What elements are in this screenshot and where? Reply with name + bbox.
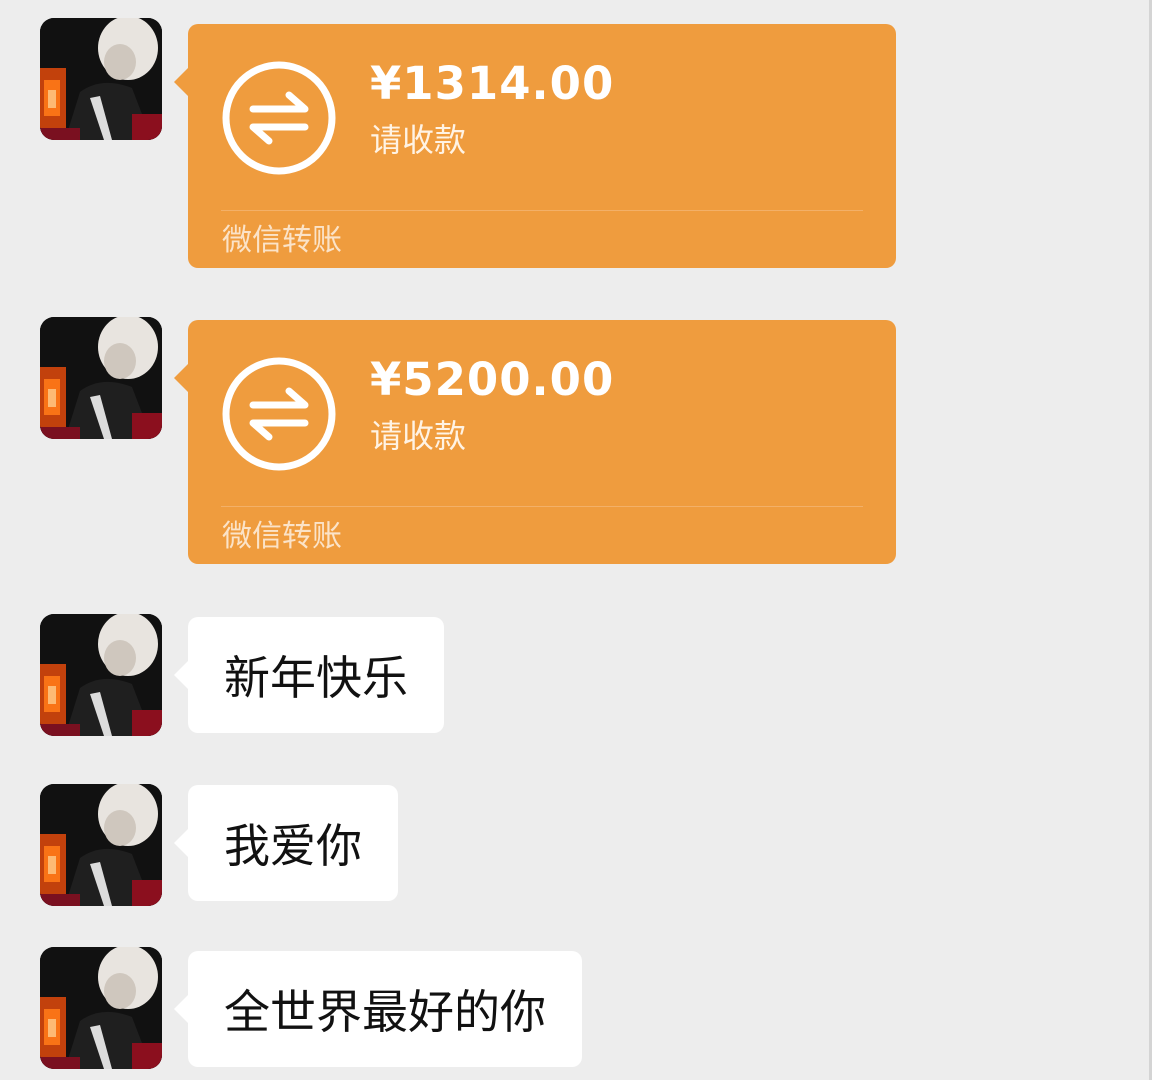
sender-avatar[interactable] bbox=[40, 784, 162, 906]
message-text: 全世界最好的你 bbox=[224, 985, 546, 1039]
sender-avatar[interactable] bbox=[40, 614, 162, 736]
transfer-amount: ¥5200.00 bbox=[370, 353, 615, 406]
text-message-bubble[interactable]: 全世界最好的你 bbox=[174, 951, 582, 1067]
sender-avatar[interactable] bbox=[40, 317, 162, 439]
text-message-bubble[interactable]: 我爱你 bbox=[174, 785, 398, 901]
transfer-divider bbox=[221, 506, 863, 507]
transfer-bubble[interactable]: ¥1314.00 请收款 微信转账 bbox=[174, 24, 896, 268]
sender-avatar[interactable] bbox=[40, 947, 162, 1069]
transfer-status: 请收款 bbox=[370, 121, 467, 159]
transfer-divider bbox=[221, 210, 863, 211]
message-text: 新年快乐 bbox=[224, 651, 408, 705]
text-message-bubble[interactable]: 新年快乐 bbox=[174, 617, 444, 733]
transfer-label: 微信转账 bbox=[222, 223, 342, 258]
transfer-arrows-icon bbox=[222, 61, 336, 175]
transfer-arrows-icon bbox=[222, 357, 336, 471]
transfer-bubble[interactable]: ¥5200.00 请收款 微信转账 bbox=[174, 320, 896, 564]
transfer-amount: ¥1314.00 bbox=[370, 57, 615, 110]
transfer-status: 请收款 bbox=[370, 417, 467, 455]
transfer-label: 微信转账 bbox=[222, 519, 342, 554]
sender-avatar[interactable] bbox=[40, 18, 162, 140]
message-text: 我爱你 bbox=[224, 819, 362, 873]
